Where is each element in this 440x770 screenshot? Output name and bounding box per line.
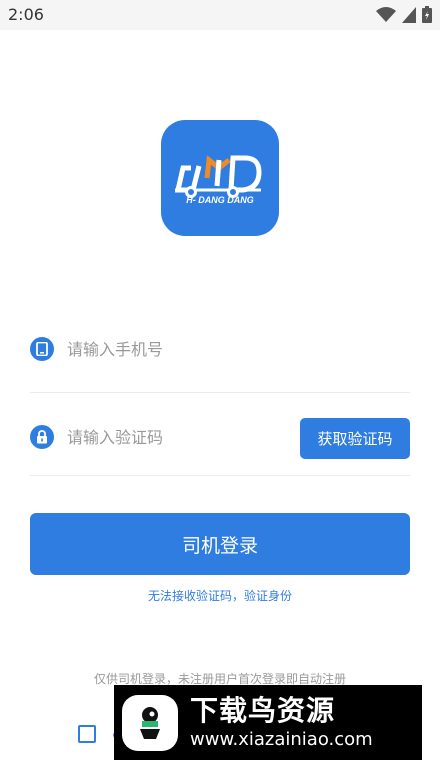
code-input[interactable] bbox=[67, 422, 307, 452]
get-code-button[interactable]: 获取验证码 bbox=[300, 418, 410, 459]
phone-field bbox=[30, 305, 410, 393]
watermark-title: 下载鸟资源 bbox=[190, 693, 336, 727]
agreement-row: 《 bbox=[78, 724, 119, 744]
status-time: 2:06 bbox=[8, 5, 44, 24]
driver-login-button[interactable]: 司机登录 bbox=[30, 513, 410, 575]
phone-icon bbox=[30, 337, 54, 361]
phone-input[interactable] bbox=[67, 334, 307, 364]
battery-icon bbox=[422, 6, 432, 23]
truck-logo-icon: H- DANG DANG bbox=[174, 155, 262, 205]
status-icons bbox=[376, 6, 432, 23]
verify-identity-link[interactable]: 无法接收验证码，验证身份 bbox=[0, 587, 440, 604]
watermark-url: www.xiazainiao.com bbox=[190, 728, 373, 750]
lock-icon bbox=[30, 425, 54, 449]
agreement-checkbox[interactable] bbox=[78, 725, 96, 743]
watermark-text: 下载鸟资源 www.xiazainiao.com bbox=[190, 694, 373, 752]
wifi-icon bbox=[376, 6, 396, 22]
watermark-overlay: 下载鸟资源 www.xiazainiao.com bbox=[114, 685, 422, 760]
logo-text: H- DANG DANG bbox=[186, 195, 254, 205]
app-logo: H- DANG DANG bbox=[161, 120, 279, 236]
signal-icon bbox=[402, 6, 416, 23]
code-field: 获取验证码 bbox=[30, 388, 410, 476]
bird-logo-icon bbox=[122, 694, 178, 751]
status-bar: 2:06 bbox=[0, 0, 440, 30]
